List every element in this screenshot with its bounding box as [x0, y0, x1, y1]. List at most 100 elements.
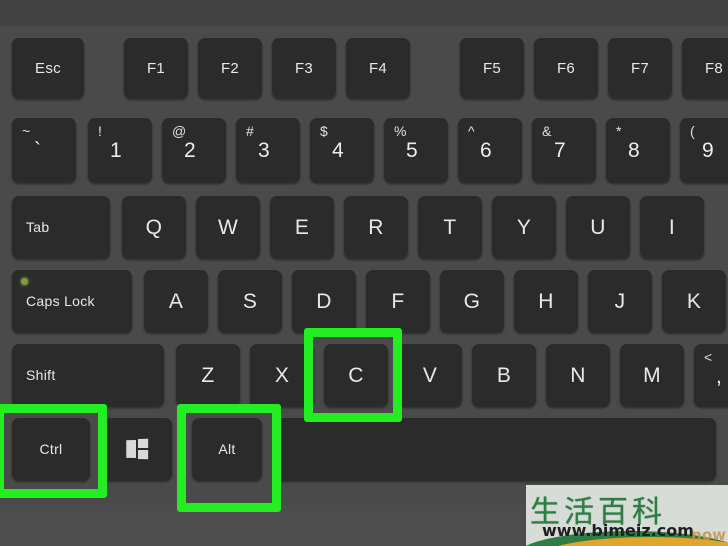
key-label: D [316, 289, 332, 313]
key-label: I [668, 215, 676, 239]
key-f6[interactable]: F6 [534, 38, 598, 98]
key-label: F7 [630, 59, 650, 77]
key-4[interactable]: $ 4 [310, 118, 374, 182]
key-f1[interactable]: F1 [124, 38, 188, 98]
windows-logo-icon [126, 438, 149, 460]
key-label: Q [145, 215, 163, 239]
key-label: E [294, 215, 310, 239]
key-a[interactable]: A [144, 270, 208, 332]
key-f3[interactable]: F3 [272, 38, 336, 98]
watermark: 生活百科 www.bimeiz.com now [526, 485, 728, 546]
key-caps-lock[interactable]: Caps Lock [12, 270, 132, 332]
key-f2[interactable]: F2 [198, 38, 262, 98]
key-label: J [614, 289, 626, 313]
key-legend-shifted: ~ [22, 123, 31, 139]
key-s[interactable]: S [218, 270, 282, 332]
key-f4[interactable]: F4 [346, 38, 410, 98]
key-legend-base: 9 [702, 139, 714, 162]
key-label: F2 [220, 59, 240, 77]
key-f5[interactable]: F5 [460, 38, 524, 98]
key-f[interactable]: F [366, 270, 430, 332]
key-m[interactable]: M [620, 344, 684, 406]
key-legend-base: 3 [258, 139, 270, 162]
key-v[interactable]: V [398, 344, 462, 406]
key-label: N [570, 363, 586, 387]
key-esc[interactable]: Esc [12, 38, 84, 98]
key-label: T [443, 215, 457, 239]
key-label: F5 [482, 59, 502, 77]
key-f8[interactable]: F8 [682, 38, 728, 98]
key-tab[interactable]: Tab [12, 196, 110, 258]
key-n[interactable]: N [546, 344, 610, 406]
key-shift-left[interactable]: Shift [12, 344, 164, 406]
key-legend-base: 6 [480, 139, 492, 162]
key-y[interactable]: Y [492, 196, 556, 258]
key-i[interactable]: I [640, 196, 704, 258]
key-alt-left[interactable]: Alt [192, 418, 262, 480]
key-2[interactable]: @ 2 [162, 118, 226, 182]
key-label: S [242, 289, 258, 313]
key-ctrl-left[interactable]: Ctrl [12, 418, 90, 480]
key-windows[interactable] [102, 418, 172, 480]
caps-lock-indicator-icon [21, 278, 28, 285]
key-z[interactable]: Z [176, 344, 240, 406]
key-label: V [422, 363, 438, 387]
key-t[interactable]: T [418, 196, 482, 258]
key-label: W [217, 215, 239, 239]
key-legend-shifted: ! [98, 123, 102, 139]
watermark-url: www.bimeiz.com [542, 521, 694, 540]
key-label: F6 [556, 59, 576, 77]
key-w[interactable]: W [196, 196, 260, 258]
key-f7[interactable]: F7 [608, 38, 672, 98]
key-legend-shifted: ( [690, 123, 695, 139]
key-6[interactable]: ^ 6 [458, 118, 522, 182]
key-7[interactable]: & 7 [532, 118, 596, 182]
key-label: H [538, 289, 554, 313]
key-e[interactable]: E [270, 196, 334, 258]
key-u[interactable]: U [566, 196, 630, 258]
key-label: Shift [26, 367, 56, 383]
key-j[interactable]: J [588, 270, 652, 332]
key-label: Tab [26, 219, 50, 235]
key-label: B [496, 363, 512, 387]
key-legend-base: 4 [332, 139, 344, 162]
key-g[interactable]: G [440, 270, 504, 332]
key-legend-base: , [716, 365, 722, 388]
key-label: F4 [368, 59, 388, 77]
key-9[interactable]: ( 9 [680, 118, 728, 182]
key-3[interactable]: # 3 [236, 118, 300, 182]
key-comma-less-than[interactable]: < , [694, 344, 728, 406]
key-q[interactable]: Q [122, 196, 186, 258]
key-legend-shifted: ^ [468, 123, 475, 139]
key-label: Alt [218, 441, 236, 457]
key-backtick-tilde[interactable]: ~ ` [12, 118, 76, 182]
key-k[interactable]: K [662, 270, 726, 332]
key-1[interactable]: ! 1 [88, 118, 152, 182]
key-label: Caps Lock [26, 293, 95, 309]
key-legend-base: 5 [406, 139, 418, 162]
key-legend-shifted: @ [172, 123, 187, 139]
key-h[interactable]: H [514, 270, 578, 332]
key-x[interactable]: X [250, 344, 314, 406]
key-8[interactable]: * 8 [606, 118, 670, 182]
key-5[interactable]: % 5 [384, 118, 448, 182]
key-label: U [590, 215, 606, 239]
key-b[interactable]: B [472, 344, 536, 406]
key-legend-shifted: # [246, 123, 254, 139]
key-label: M [643, 363, 661, 387]
key-r[interactable]: R [344, 196, 408, 258]
key-label: R [368, 215, 384, 239]
key-label: C [348, 363, 364, 387]
key-legend-shifted: < [704, 349, 713, 365]
watermark-trailing-text: now [691, 526, 726, 544]
key-d[interactable]: D [292, 270, 356, 332]
key-legend-base: 1 [110, 139, 122, 162]
key-label: F3 [294, 59, 314, 77]
key-spacebar[interactable] [274, 418, 716, 480]
keyboard-deck-top-edge [0, 0, 728, 26]
key-label: K [686, 289, 702, 313]
key-label: F1 [146, 59, 166, 77]
key-label: X [274, 363, 290, 387]
key-label: Z [201, 363, 215, 387]
key-c[interactable]: C [324, 344, 388, 406]
